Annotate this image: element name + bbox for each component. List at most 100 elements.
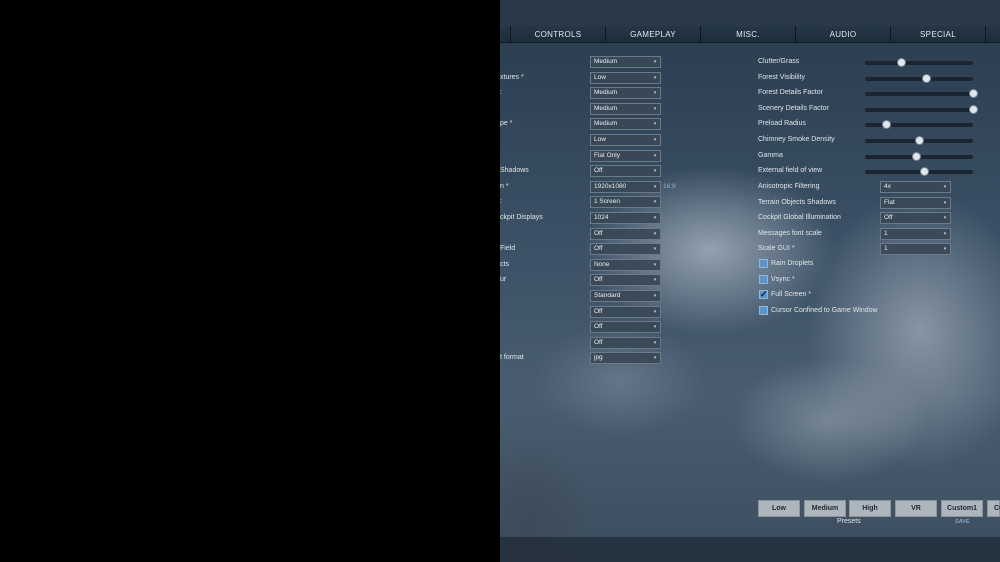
slider-track[interactable] — [865, 89, 978, 99]
tab-audio[interactable]: AUDIO — [796, 26, 891, 43]
dropdown-value: Off — [594, 276, 603, 284]
slider-track[interactable] — [865, 151, 973, 161]
slider-knob[interactable] — [882, 120, 892, 130]
options-screen: CONTROLS GAMEPLAY MISC. AUDIO SPECIAL Me… — [500, 0, 1000, 562]
setting-dropdown[interactable]: None ▾ — [590, 258, 661, 271]
dropdown-value: Off — [594, 167, 603, 175]
setting-dropdown[interactable]: Off ▾ — [590, 305, 661, 318]
setting-dropdown[interactable]: Standard ▾ — [590, 290, 661, 302]
dropdown-value: 1 — [884, 229, 888, 237]
setting-dropdown[interactable]: Medium ▾ — [590, 118, 661, 131]
tab-special[interactable]: SPECIAL — [891, 26, 986, 43]
slider-track[interactable] — [865, 136, 973, 145]
slider-track[interactable] — [865, 73, 973, 83]
setting-dropdown[interactable]: jpg ▾ — [590, 352, 661, 365]
setting-dropdown[interactable]: Flat ▾ — [880, 196, 951, 209]
dropdown-value: Low — [594, 73, 606, 81]
chevron-down-icon: ▾ — [653, 74, 657, 81]
setting-label: Terrain Objects Shadows — [758, 198, 836, 206]
tab-misc[interactable]: MISC. — [701, 26, 796, 43]
aspect-ratio-label: 16:9 — [663, 183, 676, 190]
slider-track[interactable] — [865, 120, 973, 130]
preset-button[interactable]: Cu — [987, 500, 1000, 517]
dropdown-value: 1920x1080 — [594, 182, 627, 190]
slider-knob[interactable] — [968, 89, 978, 99]
chevron-down-icon: ▾ — [653, 199, 657, 206]
setting-label: xtures * — [500, 73, 524, 81]
slider-knob[interactable] — [897, 58, 907, 67]
preset-button[interactable]: Custom1 — [941, 500, 983, 517]
tab-gameplay[interactable]: GAMEPLAY — [606, 26, 701, 43]
checkbox[interactable] — [759, 274, 768, 284]
slider-label: External field of view — [758, 167, 823, 175]
setting-dropdown[interactable]: Flat Only ▾ — [590, 149, 661, 162]
setting-dropdown[interactable]: Off ▾ — [590, 321, 661, 334]
setting-dropdown[interactable]: Low ▾ — [590, 134, 661, 146]
dropdown-value: 1024 — [594, 214, 609, 221]
setting-dropdown[interactable]: Off ▾ — [590, 227, 661, 240]
setting-dropdown[interactable]: Medium ▾ — [590, 102, 661, 115]
slider-track[interactable] — [865, 58, 973, 67]
preset-button[interactable]: VR — [895, 500, 937, 517]
chevron-down-icon: ▾ — [653, 339, 657, 346]
setting-dropdown[interactable]: 1024 ▾ — [590, 212, 661, 224]
setting-label: n * — [500, 182, 509, 190]
chevron-down-icon: ▾ — [653, 137, 657, 143]
setting-dropdown[interactable]: Off ▾ — [590, 243, 661, 256]
preset-button[interactable]: High — [849, 500, 891, 517]
checkbox-label[interactable]: Vsync * — [771, 275, 795, 285]
dropdown-value: Flat Only — [594, 151, 621, 159]
tab-partial[interactable] — [500, 26, 511, 43]
setting-label: pe * — [500, 120, 513, 128]
setting-dropdown[interactable]: Off ▾ — [880, 212, 951, 225]
checkbox-label[interactable]: Rain Droplets — [771, 259, 813, 269]
slider-knob[interactable] — [919, 167, 929, 177]
checkbox-label[interactable]: Full Screen * — [771, 290, 811, 300]
chevron-down-icon: ▾ — [653, 90, 657, 97]
setting-label: cts — [500, 260, 509, 268]
chevron-down-icon: ▾ — [653, 215, 657, 221]
chevron-down-icon: ▾ — [653, 183, 657, 190]
chevron-down-icon: ▾ — [943, 215, 947, 222]
setting-dropdown[interactable]: Medium ▾ — [590, 56, 661, 68]
slider-knob[interactable] — [968, 104, 978, 114]
black-overlay-panel — [0, 0, 500, 562]
slider-label: Scenery Details Factor — [758, 104, 829, 112]
setting-dropdown[interactable]: Low ▾ — [590, 71, 661, 84]
setting-dropdown[interactable]: Off ▾ — [590, 274, 661, 287]
setting-label: Anisotropic Filtering — [758, 183, 820, 190]
checkbox[interactable] — [759, 305, 768, 315]
checkbox[interactable] — [759, 259, 768, 268]
slider-knob[interactable] — [912, 151, 922, 161]
preset-button[interactable]: Low — [758, 500, 800, 517]
setting-label: Shadows — [500, 167, 529, 175]
dropdown-value: Medium — [594, 120, 618, 128]
setting-label: ur — [500, 276, 507, 284]
checkmark-icon: ✓ — [760, 289, 768, 300]
setting-dropdown[interactable]: 1 ▾ — [880, 227, 951, 240]
chevron-down-icon: ▾ — [653, 59, 657, 65]
setting-dropdown[interactable]: 1 ▾ — [880, 243, 951, 256]
slider-knob[interactable] — [914, 136, 924, 145]
slider-label: Preload Radius — [758, 120, 806, 128]
slider-knob[interactable] — [922, 73, 932, 83]
checkbox-label[interactable]: Cursor Confined to Game Window — [771, 306, 878, 316]
chevron-down-icon: ▾ — [653, 121, 657, 128]
preset-button[interactable]: Medium — [804, 500, 846, 517]
slider-track[interactable] — [865, 167, 973, 177]
setting-dropdown[interactable]: 1 Screen ▾ — [590, 196, 661, 209]
setting-dropdown[interactable]: Off ▾ — [590, 336, 661, 349]
slider-track[interactable] — [865, 104, 978, 114]
setting-dropdown[interactable]: Off ▾ — [590, 165, 661, 178]
setting-dropdown[interactable]: Medium ▾ — [590, 87, 661, 100]
dropdown-value: Medium — [594, 89, 618, 97]
chevron-down-icon: ▾ — [653, 355, 657, 362]
setting-dropdown[interactable]: 4x ▾ — [880, 181, 951, 193]
checkbox[interactable]: ✓ — [759, 289, 768, 300]
save-preset-button[interactable]: SAVE — [955, 519, 970, 525]
chevron-down-icon: ▾ — [653, 246, 657, 253]
chevron-down-icon: ▾ — [943, 246, 947, 253]
setting-dropdown[interactable]: 1920x1080 ▾ — [590, 180, 661, 193]
tab-controls[interactable]: CONTROLS — [511, 26, 606, 43]
dropdown-value: Off — [594, 323, 603, 331]
